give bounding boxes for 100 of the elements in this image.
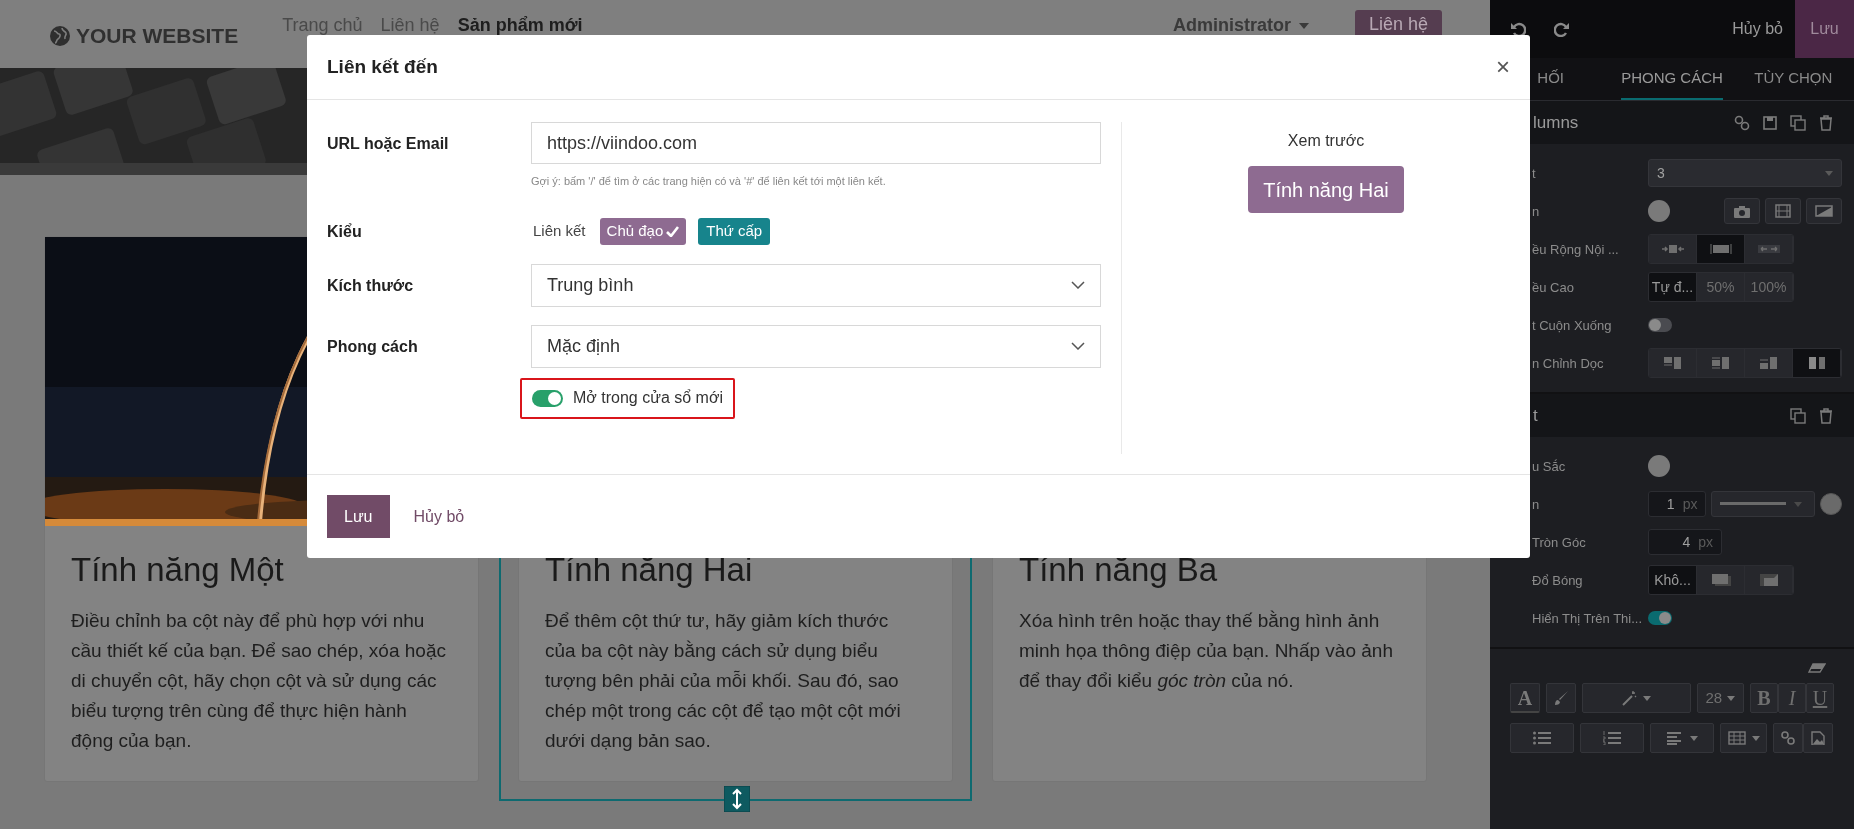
toggle-label: Mở trong cửa sổ mới (573, 388, 723, 408)
caret-icon (1298, 22, 1309, 29)
link-icon[interactable] (1734, 114, 1750, 131)
format-button[interactable]: I (1778, 683, 1806, 713)
color-swatch[interactable] (1820, 493, 1842, 515)
cancel-button[interactable]: Hủy bỏ (401, 495, 477, 538)
option-label: Đổ Bóng (1532, 573, 1583, 588)
text-color-button[interactable]: A (1510, 683, 1541, 713)
option-label: n (1532, 204, 1540, 219)
option-button[interactable]: 50% (1697, 273, 1745, 301)
panel-tab[interactable]: HỐI (1537, 58, 1564, 100)
highlight-button[interactable] (1546, 683, 1577, 713)
option-button[interactable] (1697, 349, 1745, 377)
expand-icon (1756, 242, 1781, 256)
cancel-button[interactable]: Hủy bỏ (1720, 0, 1795, 58)
copy-icon[interactable] (1790, 407, 1806, 424)
card-text: Để thêm cột thứ tư, hãy giảm kích thước của ba cột này bằng cách sử dụng biểu tượng bên phải của mỗi khối. Sau đó, sao chép một trong các cột để tạo một cột mới dưới dạng bản sao. (545, 609, 902, 753)
select-field[interactable]: Trung bình (531, 263, 1101, 307)
close-button[interactable]: × (1496, 55, 1510, 79)
type-option[interactable]: Chủ đạo (599, 217, 687, 245)
save-button[interactable]: Lưu (1795, 0, 1854, 58)
option-button[interactable]: Khô... (1649, 566, 1697, 594)
list-button[interactable] (1510, 723, 1574, 753)
redo-icon[interactable] (1554, 21, 1570, 37)
user-menu[interactable]: Administrator (1172, 12, 1291, 39)
icon-button[interactable] (1765, 198, 1801, 224)
card-text: Xóa hình trên hoặc thay thế bằng hình ảnh minh họa thông điệp của bạn. Nhấp vào ảnh để thay đổi kiểu góc tròn của nó. (1019, 609, 1394, 693)
option-button[interactable] (1649, 349, 1697, 377)
copy-icon[interactable] (1790, 114, 1806, 131)
preview-button[interactable]: Tính năng Hai (1248, 166, 1404, 213)
color-swatch[interactable] (1648, 200, 1670, 222)
card-text: Điều chỉnh ba cột này để phù hợp với nhu cầu thiết kế của bạn. Để sao chép, xóa hoặc di chuyển cột, hãy chọn cột và sử dụng các biểu tượng trên cùng để thực hiện hành động của bạn. (71, 609, 447, 753)
format-button[interactable]: U (1806, 683, 1834, 713)
caret-icon (1794, 501, 1803, 507)
caret-icon (1751, 735, 1760, 741)
option-label: n Chỉnh Dọc (1532, 356, 1604, 371)
option-button[interactable] (1649, 235, 1697, 263)
font-size-dropdown[interactable]: 28 (1696, 683, 1744, 713)
select-field[interactable]: Mặc định (531, 324, 1101, 368)
undo-icon[interactable] (1510, 21, 1526, 37)
resize-handle-icon[interactable] (724, 786, 750, 812)
option-button[interactable] (1697, 566, 1745, 594)
field-label: URL hoặc Email (327, 134, 450, 154)
list-button[interactable] (1580, 723, 1644, 753)
option-button[interactable] (1697, 235, 1745, 263)
chevron-down-icon (1071, 281, 1085, 289)
option-button[interactable] (1745, 349, 1793, 377)
option-button[interactable] (1745, 566, 1793, 594)
section-title: t (1533, 404, 1538, 427)
save-button[interactable]: Lưu (327, 495, 390, 538)
line-style-select[interactable] (1711, 491, 1816, 517)
icon-button[interactable] (1806, 198, 1842, 224)
option-button[interactable]: Tự đ... (1649, 273, 1697, 301)
caret-icon (1727, 695, 1736, 701)
toggle-switch[interactable] (1648, 611, 1672, 625)
image-button[interactable] (1803, 723, 1833, 753)
check-icon (666, 225, 680, 237)
link-button[interactable] (1773, 723, 1803, 753)
icon-button[interactable] (1724, 198, 1760, 224)
panel-tab[interactable]: TÙY CHỌN (1754, 58, 1833, 100)
table-dropdown[interactable] (1720, 723, 1767, 753)
type-option[interactable]: Liên kết (531, 217, 588, 245)
caret-icon (1643, 695, 1652, 701)
option-button[interactable] (1793, 349, 1841, 377)
number-field[interactable]: 1 px (1648, 491, 1707, 517)
color-swatch[interactable] (1648, 455, 1670, 477)
option-label: n (1532, 497, 1540, 512)
option-label: t (1532, 166, 1536, 181)
number-field[interactable]: 4 px (1648, 529, 1722, 555)
trash-icon[interactable] (1818, 407, 1834, 424)
table-icon (1727, 731, 1746, 745)
type-option[interactable]: Thứ cấp (698, 217, 771, 245)
nav-link[interactable]: Sản phẩm mới (457, 12, 583, 39)
url-field[interactable]: https://viindoo.com (531, 122, 1101, 164)
line-style-icon (1720, 502, 1787, 506)
magic-wand-icon (1621, 690, 1638, 706)
option-label: Hiển Thị Trên Thi... (1532, 611, 1643, 626)
option-label: t Cuộn Xuống (1532, 318, 1612, 333)
format-button[interactable]: B (1750, 683, 1778, 713)
option-label: ều Rộng Nội ... (1532, 242, 1619, 257)
option-label: Tròn Góc (1532, 535, 1586, 550)
bullet-list-icon (1533, 731, 1551, 745)
option-label: ều Cao (1532, 280, 1574, 295)
link-icon (1779, 731, 1797, 745)
toggle-switch[interactable] (1648, 318, 1672, 332)
option-button[interactable] (1745, 235, 1793, 263)
chevron-down-icon (1071, 342, 1085, 350)
image-icon (1809, 731, 1827, 745)
preview-label: Xem trước (1287, 131, 1365, 151)
select-field[interactable]: 3 (1648, 159, 1842, 187)
hint-text: Gợi ý: bấm '/' để tìm ở các trang hiện có và '#' để liên kết tới một liên kết. (531, 174, 887, 189)
option-button[interactable]: 100% (1745, 273, 1793, 301)
align-dropdown[interactable] (1650, 723, 1714, 753)
caret-icon (1690, 735, 1698, 741)
site-logo[interactable]: YOUR WEBSITE (76, 20, 239, 52)
trash-icon[interactable] (1818, 114, 1834, 131)
save-icon[interactable] (1762, 114, 1778, 131)
card-title: Tính năng Một (71, 550, 285, 590)
toggle-switch[interactable] (532, 389, 563, 407)
eraser-icon[interactable] (1808, 663, 1826, 673)
